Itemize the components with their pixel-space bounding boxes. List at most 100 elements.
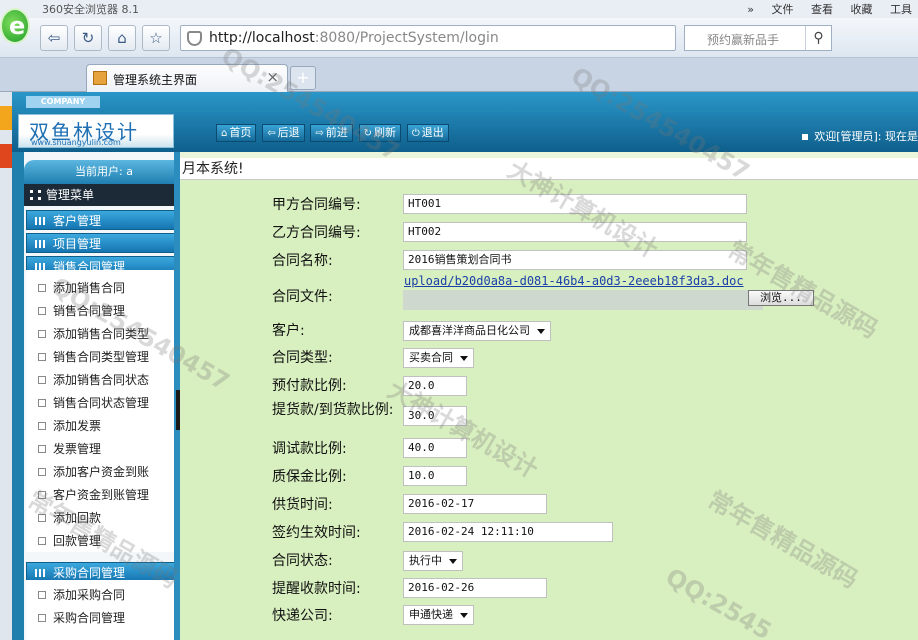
page-icon (38, 591, 46, 599)
arrow-right-icon: ⇨ (315, 128, 324, 139)
back-button[interactable]: ⇦ (40, 25, 68, 51)
browser-side-strip (0, 92, 12, 640)
address-bar[interactable]: http://localhost:8080/ProjectSystem/logi… (180, 25, 676, 51)
sidebar-group-purchase-contracts[interactable]: 采购合同管理 (26, 562, 182, 582)
contract-type-select[interactable]: 买卖合同 (403, 348, 474, 368)
sidebar-item-add-sales-contract[interactable]: 添加销售合同 (26, 277, 182, 299)
prepay-ratio-input[interactable]: 20.0 (403, 376, 467, 396)
sidebar-item-add-customer-funds[interactable]: 添加客户资金到账 (26, 461, 182, 483)
sidebar-item-payment-mgmt[interactable]: 回款管理 (26, 530, 182, 552)
party-a-contract-no-input[interactable]: HT001 (403, 194, 747, 214)
search-box[interactable]: 预约赢新品手 ⚲ (684, 25, 832, 51)
sidebar-item-add-contract-status[interactable]: 添加销售合同状态 (26, 369, 182, 391)
star-icon: ☆ (149, 29, 163, 47)
item-label: 添加发票 (53, 419, 102, 433)
menu-view[interactable]: 查看 (811, 3, 833, 16)
browser-titlebar: 360安全浏览器 8.1 » 文件 查看 收藏 工具 (0, 0, 918, 18)
sidebar-group-projects[interactable]: 项目管理 (26, 233, 182, 253)
toolbar-back-button[interactable]: ⇦ 后退 (262, 124, 305, 142)
supply-date-input[interactable]: 2016-02-17 (403, 494, 547, 514)
toolbar-forward-button[interactable]: ⇨ 前进 (310, 124, 353, 142)
contract-form: 甲方合同编号: HT001 乙方合同编号: HT002 合同名称: 2016销售… (180, 180, 918, 640)
field-label: 质保金比例: (272, 469, 347, 485)
toolbar-refresh-label: 刷新 (374, 126, 397, 139)
address-url: http://localhost:8080/ProjectSystem/logi… (209, 30, 499, 46)
tab-main[interactable]: 管理系统主界面 × (86, 64, 288, 92)
contract-name-input[interactable]: 2016销售策划合同书 (403, 250, 747, 270)
page-icon (38, 491, 46, 499)
group-label: 项目管理 (53, 237, 102, 251)
side-app-icon[interactable] (0, 144, 12, 168)
address-host: http://localhost (209, 30, 315, 46)
menu-more[interactable]: » (747, 3, 754, 16)
refresh-icon: ↻ (363, 128, 373, 139)
item-label: 添加销售合同类型 (53, 327, 150, 341)
effective-time-input[interactable]: 2016-02-24 12:11:10 (403, 522, 613, 542)
contract-file-link[interactable]: upload/b20d0a8a-d081-46b4-a0d3-2eeeb18f3… (404, 274, 744, 288)
browser-logo-icon (0, 8, 30, 44)
party-b-contract-no-input[interactable]: HT002 (403, 222, 747, 242)
sidebar-group-customers[interactable]: 客户管理 (26, 210, 182, 230)
menu-tools[interactable]: 工具 (890, 3, 912, 16)
sidebar-item-add-invoice[interactable]: 添加发票 (26, 415, 182, 437)
close-tab-icon[interactable]: × (266, 68, 279, 86)
browser-tabbar: 管理系统主界面 × + (0, 58, 918, 92)
sidebar-item-add-purchase-contract[interactable]: 添加采购合同 (26, 584, 182, 606)
toolbar-forward-label: 前进 (325, 126, 348, 139)
back-arrow-icon: ⇦ (47, 29, 61, 47)
browser-navbar: ⇦ ↻ ⌂ ☆ http://localhost:8080/ProjectSys… (0, 18, 918, 58)
chevron-down-icon (460, 356, 468, 361)
toolbar-logout-button[interactable]: ⏻ 退出 (406, 124, 449, 142)
item-label: 发票管理 (53, 442, 102, 456)
item-label: 添加回款 (53, 511, 102, 525)
field-label: 合同文件: (272, 289, 333, 305)
group-label: 采购合同管理 (53, 566, 126, 580)
reminder-date-input[interactable]: 2016-02-26 (403, 578, 547, 598)
item-label: 销售合同类型管理 (53, 350, 150, 364)
list-icon (35, 217, 47, 225)
contract-status-select[interactable]: 执行中 (403, 551, 463, 571)
arrow-left-icon: ⇦ (267, 128, 276, 139)
field-label: 合同状态: (272, 553, 333, 569)
toolbar-refresh-button[interactable]: ↻ 刷新 (358, 124, 402, 142)
favorite-button[interactable]: ☆ (142, 25, 170, 51)
menu-title-label: 管理菜单 (46, 188, 95, 202)
page-icon (38, 537, 46, 545)
sidebar-item-contract-status-mgmt[interactable]: 销售合同状态管理 (26, 392, 182, 414)
reload-button[interactable]: ↻ (74, 25, 102, 51)
field-label: 签约生效时间: (272, 525, 361, 541)
delivery-ratio-input[interactable]: 30.0 (403, 406, 467, 426)
file-path-field[interactable] (403, 290, 763, 310)
sidebar-item-add-contract-type[interactable]: 添加销售合同类型 (26, 323, 182, 345)
sidebar-item-sales-contract-mgmt[interactable]: 销售合同管理 (26, 300, 182, 322)
home-icon: ⌂ (117, 29, 127, 47)
app-toolbar: ⌂ 首页 ⇦ 后退 ⇨ 前进 ↻ 刷新 ⏻ 退出 (216, 124, 451, 142)
page-icon (38, 614, 46, 622)
menu-file[interactable]: 文件 (772, 3, 794, 16)
courier-select[interactable]: 申通快递 (403, 605, 474, 625)
customer-select[interactable]: 成都喜洋洋商品日化公司 (403, 321, 551, 341)
debug-ratio-input[interactable]: 40.0 (403, 438, 467, 458)
search-icon[interactable]: ⚲ (805, 26, 831, 50)
list-icon (35, 240, 47, 248)
toolbar-home-button[interactable]: ⌂ 首页 (216, 124, 257, 142)
warranty-ratio-input[interactable]: 10.0 (403, 466, 467, 486)
sidebar-item-invoice-mgmt[interactable]: 发票管理 (26, 438, 182, 460)
toolbar-logout-label: 退出 (421, 126, 444, 139)
home-button[interactable]: ⌂ (108, 25, 136, 51)
field-label: 快递公司: (272, 608, 333, 624)
side-app-icon[interactable] (0, 106, 12, 130)
browse-button[interactable]: 浏览... (748, 290, 814, 306)
reload-icon: ↻ (81, 29, 95, 47)
power-icon: ⏻ (411, 128, 420, 139)
new-tab-button[interactable]: + (290, 66, 316, 90)
address-path: :8080/ProjectSystem/login (314, 30, 499, 46)
sidebar-item-contract-type-mgmt[interactable]: 销售合同类型管理 (26, 346, 182, 368)
item-label: 添加销售合同 (53, 281, 126, 295)
menu-favorites[interactable]: 收藏 (851, 3, 873, 16)
page-icon (38, 284, 46, 292)
sidebar-item-customer-funds-mgmt[interactable]: 客户资金到账管理 (26, 484, 182, 506)
bullet-icon (802, 134, 809, 140)
sidebar-item-add-payment[interactable]: 添加回款 (26, 507, 182, 529)
sidebar-item-purchase-contract-mgmt[interactable]: 采购合同管理 (26, 607, 182, 629)
